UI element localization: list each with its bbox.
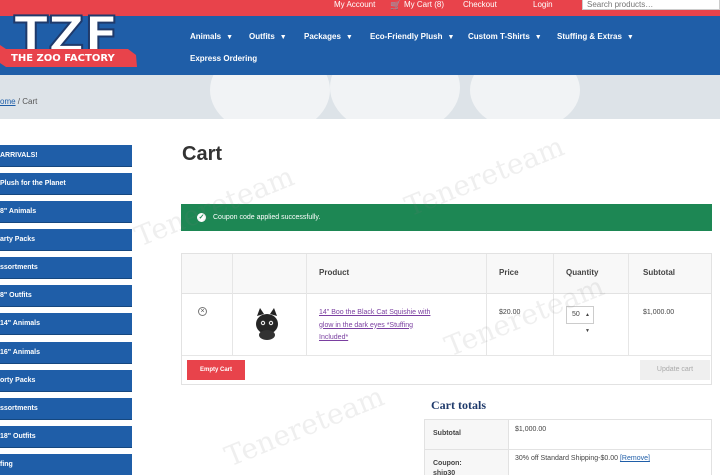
search-input[interactable] [582,0,720,10]
nav-stuffing-extras[interactable]: Stuffing & Extras ▼ [557,31,634,43]
breadcrumb: ome / Cart [0,97,37,106]
my-account-link[interactable]: My Account [334,0,375,10]
chevron-down-icon: ▼ [626,34,634,41]
page-title: Cart [182,143,223,165]
sidebar-item[interactable]: 14" Animals [0,313,132,335]
nav-label: Outfits [249,32,275,41]
remove-coupon-link[interactable]: [Remove] [620,455,650,462]
remove-item-icon[interactable]: × [198,307,207,316]
check-circle-icon: ✓ [197,213,206,222]
nav-label: Express Ordering [190,54,258,63]
nav-label: Stuffing & Extras [557,32,622,41]
breadcrumb-home-link[interactable]: ome [0,97,16,106]
header-product: Product [319,268,350,277]
nav-label: Custom T-Shirts [468,32,530,41]
zoo-factory-logo[interactable]: TZF THE ZOO FACTORY [0,0,140,72]
sidebar-item[interactable]: arty Packs [0,229,132,251]
sidebar-item[interactable]: ssortments [0,398,132,420]
nav-outfits[interactable]: Outfits ▼ [249,31,287,43]
coupon-label: Coupon: ship30 [433,460,462,475]
header-price: Price [499,268,519,277]
update-cart-button[interactable]: Update cart [640,360,710,380]
sidebar-item[interactable]: 8" Outfits [0,285,132,307]
nav-express-ordering[interactable]: Express Ordering [190,53,257,65]
nav-label: Eco-Friendly Plush [370,32,443,41]
chevron-down-icon: ▼ [447,34,455,41]
nav-animals[interactable]: Animals ▼ [190,31,233,43]
sidebar-item[interactable]: ssortments [0,257,132,279]
cart-totals-table: Subtotal $1,000.00 Coupon: ship30 30% off… [424,419,712,475]
nav-label: Packages [304,32,341,41]
table-header: Product Price Quantity Subtotal [182,254,711,294]
sidebar-item[interactable]: 16" Animals [0,342,132,364]
success-notice: ✓ Coupon code applied successfully. [181,204,712,231]
header-subtotal: Subtotal [643,268,675,277]
coupon-code: ship30 [433,470,456,475]
sidebar-item[interactable]: Plush for the Planet [0,173,132,195]
nav-custom-tshirts[interactable]: Custom T-Shirts ▼ [468,31,542,43]
chevron-down-icon: ▼ [345,34,353,41]
nav-eco-friendly[interactable]: Eco-Friendly Plush ▼ [370,31,454,43]
login-link[interactable]: Login [533,0,553,10]
chevron-down-icon: ▼ [226,34,234,41]
breadcrumb-current: Cart [22,97,38,106]
sidebar-item[interactable]: fing [0,454,132,475]
watermark: Tenereteam [219,379,389,474]
quantity-stepper[interactable]: 50 ▲ ▼ [566,306,594,334]
quantity-value: 50 [572,311,580,318]
notice-text: Coupon code applied successfully. [213,214,321,221]
sidebar-item[interactable]: 8" Animals [0,201,132,223]
cart-icon[interactable]: 🛒 [390,0,401,10]
cart-table: Product Price Quantity Subtotal × 14" Bo… [181,253,712,385]
hero-banner [0,75,720,119]
item-price: $20.00 [499,309,521,316]
checkout-link[interactable]: Checkout [463,0,497,10]
breadcrumb-separator: / [17,97,21,106]
sidebar-item[interactable]: orty Packs [0,370,132,392]
sidebar-item[interactable]: ARRIVALS! [0,145,132,167]
chevron-down-icon: ▼ [279,34,287,41]
header-quantity: Quantity [566,268,599,277]
sidebar-item[interactable]: 18" Outfits [0,426,132,448]
cart-totals-title: Cart totals [431,398,486,412]
subtotal-value: $1,000.00 [515,426,547,433]
nav-label: Animals [190,32,222,41]
item-subtotal: $1,000.00 [643,309,675,316]
subtotal-label: Subtotal [433,430,461,437]
empty-cart-button[interactable]: Empty Cart [187,360,245,380]
stepper-arrows-icon[interactable]: ▲ ▼ [585,307,590,339]
product-thumbnail[interactable] [252,306,282,340]
chevron-down-icon: ▼ [534,34,542,41]
product-link[interactable]: 14" Boo the Black Cat Squishie with glow… [319,307,439,345]
nav-packages[interactable]: Packages ▼ [304,31,353,43]
my-cart-link[interactable]: My Cart (8) [404,0,444,10]
coupon-value: 30% off Standard Shipping-$0.00 [Remove] [515,455,650,462]
logo-banner-text: THE ZOO FACTORY [11,53,115,64]
